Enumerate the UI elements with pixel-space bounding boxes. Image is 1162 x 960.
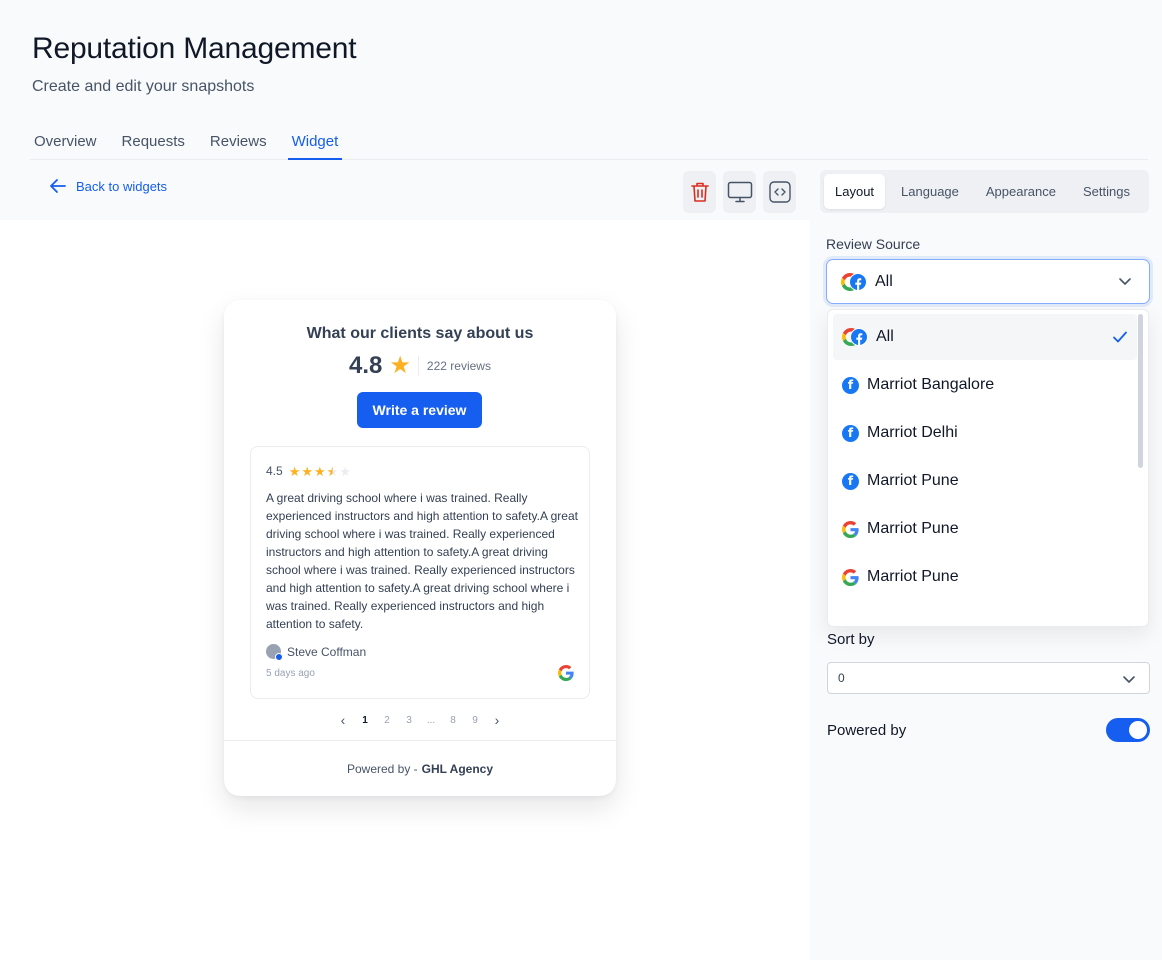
option-marriot-pune-facebook[interactable]: f Marriot Pune xyxy=(833,458,1137,504)
page-header: Reputation Management Create and edit yo… xyxy=(32,32,357,96)
review-source-value: All xyxy=(875,272,893,290)
tab-language[interactable]: Language xyxy=(890,174,970,209)
tab-reviews[interactable]: Reviews xyxy=(206,128,271,160)
avatar xyxy=(266,644,283,661)
pagination: ‹ 1 2 3 ... 8 9 › xyxy=(224,712,616,728)
powered-by-brand: GHL Agency xyxy=(421,761,494,776)
google-facebook-icon xyxy=(841,272,867,291)
code-icon xyxy=(768,181,791,203)
page-8[interactable]: 8 xyxy=(442,715,464,726)
sort-by-label: Sort by xyxy=(827,631,875,648)
reviewer-name: Steve Coffman xyxy=(287,644,367,659)
back-to-widgets-link[interactable]: Back to widgets xyxy=(48,176,167,196)
star-icon: ★ xyxy=(301,463,313,479)
review-count: 222 reviews xyxy=(426,359,491,373)
review-source-dropdown: All f Marriot Bangalore f Marriot Delhi … xyxy=(827,309,1149,627)
option-marriot-pune-google-2[interactable]: Marriot Pune xyxy=(833,554,1137,600)
widget-footer: Powered by - GHL Agency xyxy=(224,740,616,796)
facebook-icon: f xyxy=(842,424,859,442)
arrow-left-icon xyxy=(50,179,66,193)
review-widget-preview: What our clients say about us 4.8 ★ 222 … xyxy=(224,300,616,796)
chevron-down-icon xyxy=(1123,676,1135,683)
monitor-icon xyxy=(727,181,752,203)
review-rating: 4.5 ★ ★ ★ ★ ★ xyxy=(266,464,351,478)
page-ellipsis: ... xyxy=(426,714,436,726)
option-all[interactable]: All xyxy=(833,314,1137,360)
option-label: Marriot Delhi xyxy=(867,424,958,441)
reviewer: Steve Coffman xyxy=(266,644,367,661)
page-2[interactable]: 2 xyxy=(376,715,398,726)
check-icon xyxy=(1113,331,1127,343)
page-3[interactable]: 3 xyxy=(398,715,420,726)
option-label: Marriot Bangalore xyxy=(867,376,995,393)
back-link-label: Back to widgets xyxy=(76,178,168,194)
google-icon xyxy=(842,568,859,586)
toggle-knob xyxy=(1129,721,1147,739)
tab-appearance[interactable]: Appearance xyxy=(975,174,1067,209)
embed-code-button[interactable] xyxy=(763,171,796,213)
star-icon: ★ xyxy=(339,463,351,479)
review-card: 4.5 ★ ★ ★ ★ ★ A great driving school whe… xyxy=(250,446,590,699)
sort-by-value: 0 xyxy=(838,671,845,685)
rating-value: 4.8 xyxy=(349,352,383,379)
facebook-icon: f xyxy=(842,472,859,490)
next-page-icon[interactable]: › xyxy=(486,712,508,728)
powered-by-prefix: Powered by - xyxy=(346,761,418,776)
star-icon: ★ xyxy=(314,463,326,479)
write-review-button[interactable]: Write a review xyxy=(357,392,482,428)
half-star-icon: ★ xyxy=(326,463,339,479)
prev-page-icon[interactable]: ‹ xyxy=(332,712,354,728)
option-label: Marriot Pune xyxy=(867,520,959,537)
chevron-down-icon xyxy=(1119,278,1131,285)
widget-title: What our clients say about us xyxy=(306,325,534,342)
verified-icon xyxy=(275,653,283,661)
tab-overview[interactable]: Overview xyxy=(30,128,101,160)
tab-requests[interactable]: Requests xyxy=(118,128,189,160)
divider xyxy=(417,356,419,376)
option-label: Marriot Pune xyxy=(867,472,959,489)
review-source-select[interactable]: All xyxy=(826,259,1150,304)
tab-settings[interactable]: Settings xyxy=(1072,174,1141,209)
powered-by-label: Powered by xyxy=(827,722,907,739)
desktop-preview-button[interactable] xyxy=(723,171,756,213)
option-marriot-delhi[interactable]: f Marriot Delhi xyxy=(833,410,1137,456)
option-marriot-pune-google[interactable]: Marriot Pune xyxy=(833,506,1137,552)
star-icon: ★ xyxy=(288,463,301,479)
dropdown-scrollbar[interactable] xyxy=(1138,314,1143,468)
trash-icon xyxy=(690,182,709,202)
overall-rating: 4.8 ★ 222 reviews xyxy=(224,352,616,380)
facebook-icon: f xyxy=(842,376,859,394)
tab-widget[interactable]: Widget xyxy=(287,128,343,160)
review-source-label: Review Source xyxy=(826,236,921,252)
page-1[interactable]: 1 xyxy=(354,715,376,726)
option-label: Marriot Pune xyxy=(867,568,959,585)
page-title: Reputation Management xyxy=(32,32,357,65)
review-text: A great driving school where i was train… xyxy=(266,491,578,631)
google-icon xyxy=(842,520,859,538)
review-rating-value: 4.5 xyxy=(266,464,283,478)
page-9[interactable]: 9 xyxy=(464,715,486,726)
tab-layout[interactable]: Layout xyxy=(824,174,886,209)
option-label: All xyxy=(876,328,894,345)
google-icon xyxy=(558,665,574,681)
sort-by-select[interactable]: 0 xyxy=(827,662,1150,694)
review-stars: ★ ★ ★ ★ ★ xyxy=(289,465,351,478)
powered-by-toggle[interactable] xyxy=(1106,718,1150,742)
delete-button[interactable] xyxy=(683,171,716,213)
page-subtitle: Create and edit your snapshots xyxy=(32,78,255,95)
main-tabs: Overview Requests Reviews Widget xyxy=(30,128,1148,160)
review-date: 5 days ago xyxy=(266,668,315,679)
star-icon: ★ xyxy=(389,352,411,379)
option-marriot-bangalore[interactable]: f Marriot Bangalore xyxy=(833,362,1137,408)
google-facebook-icon xyxy=(842,328,868,346)
settings-tabs: Layout Language Appearance Settings xyxy=(820,170,1149,213)
